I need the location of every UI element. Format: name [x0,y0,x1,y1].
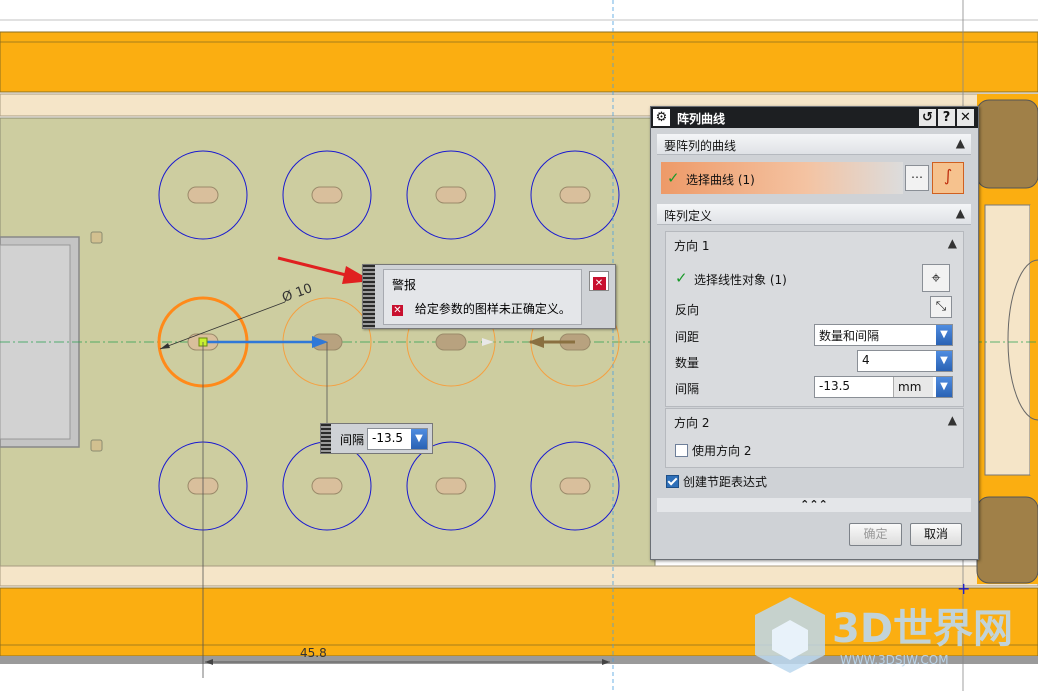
spacing-value: 数量和间隔 [819,329,880,343]
warning-title: 警报 [392,278,417,292]
drag-handle[interactable] [321,424,331,453]
curve-rule-button[interactable]: ⋯ [905,165,929,191]
error-icon: ✕ [392,305,403,316]
warning-message-row: ✕ 给定参数的图样未正确定义。 [392,300,571,317]
reverse-label: 反向 [675,303,700,317]
direction2-group: 方向 2 ▲ 使用方向 2 [665,408,964,468]
direction1-header[interactable]: 方向 1 ▲ [666,232,963,254]
drag-handle[interactable] [363,265,375,328]
pitch-tip-field[interactable]: -13.5 ▼ [367,428,428,450]
point-selector-button[interactable]: ⌖ [922,264,950,292]
help-button[interactable]: ? [938,109,955,126]
warning-body: 警报 ✕ 给定参数的图样未正确定义。 [383,269,582,325]
select-curve-label: 选择曲线 (1) [686,173,755,187]
pitch-input[interactable]: -13.5 mm ▼ [814,376,953,398]
select-curve-row[interactable]: ✓ 选择曲线 (1) [661,162,903,194]
more-options-icon: ⌃⌃⌃ [800,498,828,511]
warning-message: 给定参数的图样未正确定义。 [414,302,571,316]
reverse-icon: ⤡ [935,299,947,314]
gear-icon[interactable]: ⚙ [653,109,670,126]
close-button[interactable]: ✕ [957,109,974,126]
dialog-title: 阵列曲线 [677,112,726,126]
cancel-button[interactable]: 取消 [910,523,962,546]
length-dimension: 45.8 [300,646,327,660]
checkbox-checked-icon[interactable] [666,475,679,488]
use-direction2-checkbox[interactable]: 使用方向 2 [675,442,751,459]
direction2-title: 方向 2 [674,416,710,430]
section-pattern-header[interactable]: 阵列定义 ▲ [657,204,971,225]
svg-text:3D世界网: 3D世界网 [832,606,1013,652]
use-direction2-label: 使用方向 2 [692,444,752,458]
reverse-direction-button[interactable]: ⤡ [930,296,952,318]
check-icon: ✓ [667,169,680,187]
select-linear-label[interactable]: 选择线性对象 (1) [694,271,787,288]
dropdown-arrow-icon[interactable]: ▼ [411,429,427,449]
count-input[interactable]: 4 ▼ [857,350,953,372]
svg-text:WWW.3DSJW.COM: WWW.3DSJW.COM [840,653,949,667]
warning-popup: 警报 ✕ 给定参数的图样未正确定义。 ✕ [362,264,616,329]
direction1-group: 方向 1 ▲ ✓ 选择线性对象 (1) ⌖ 反向 ⤡ 间距 数量和间隔 ▼ 数量… [665,231,964,407]
collapse-icon[interactable]: ▲ [948,413,957,427]
collapse-icon[interactable]: ▲ [956,206,965,220]
close-icon: ✕ [592,277,606,290]
pitch-unit: mm [893,377,933,397]
close-warning-button[interactable]: ✕ [589,271,609,291]
orange-band-top [0,31,1038,93]
collapse-icon[interactable]: ▲ [956,136,965,150]
checkbox-icon[interactable] [675,444,688,457]
count-value: 4 [862,353,870,367]
right-block-bottom [976,496,1038,584]
curve-select-button[interactable]: ∫ [932,162,964,194]
create-expression-checkbox[interactable]: 创建节距表达式 [666,473,767,490]
direction2-header[interactable]: 方向 2 ▲ [666,409,963,431]
pitch-tip-label: 间隔 [340,433,365,447]
check-icon: ✓ [675,269,688,287]
spacing-label: 间距 [675,330,700,344]
pattern-curve-dialog: ⚙ 阵列曲线 ↺ ? ✕ 要阵列的曲线 ▲ ✓ 选择曲线 (1) ⋯ ∫ 阵列定… [650,106,979,560]
pitch-value: -13.5 [819,379,851,393]
dialog-titlebar[interactable]: ⚙ 阵列曲线 ↺ ? ✕ [651,107,978,128]
dropdown-arrow-icon[interactable]: ▼ [936,325,952,345]
create-expression-label: 创建节距表达式 [683,475,768,489]
direction1-title: 方向 1 [674,239,710,253]
section-pattern-title: 阵列定义 [664,209,713,223]
more-options-button[interactable]: ⌃⌃⌃ [657,498,971,512]
dots-icon: ⋯ [911,170,923,184]
dropdown-arrow-icon[interactable]: ▼ [936,377,952,397]
collapse-icon[interactable]: ▲ [948,236,957,250]
section-curves-title: 要阵列的曲线 [664,139,737,153]
section-curves-header[interactable]: 要阵列的曲线 ▲ [657,134,971,155]
pitch-label: 间隔 [675,382,700,396]
beige-strip-bottom [0,565,1038,587]
right-block-top [976,99,1038,189]
count-label: 数量 [675,356,700,370]
pitch-tip-value: -13.5 [372,431,404,445]
reset-button[interactable]: ↺ [919,109,936,126]
crosshair-icon: ⌖ [931,268,941,287]
crosshair-icon: + [957,579,970,598]
curve-icon: ∫ [943,166,953,185]
dropdown-arrow-icon[interactable]: ▼ [936,351,952,371]
spacing-dropdown[interactable]: 数量和间隔 ▼ [814,324,953,346]
pitch-onscreen-input: 间隔 -13.5 ▼ [320,423,433,454]
ok-button[interactable]: 确定 [849,523,902,546]
